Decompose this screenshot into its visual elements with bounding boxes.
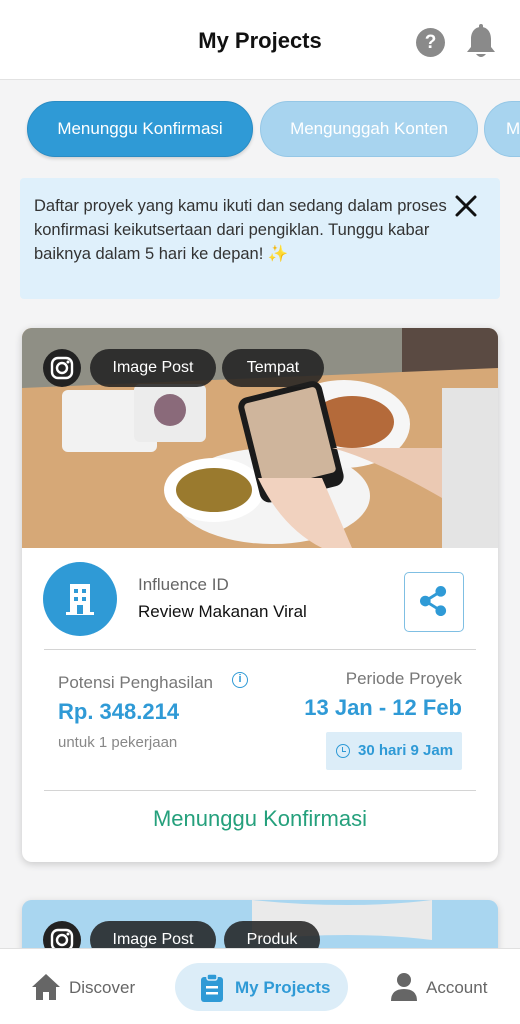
project-card[interactable]: Image Post Tempat Influence ID Review Ma… <box>22 328 498 862</box>
instagram-icon <box>43 349 81 387</box>
period-value: 13 Jan - 12 Feb <box>304 695 462 720</box>
bell-icon[interactable] <box>464 24 498 60</box>
nav-item-discover[interactable]: Discover <box>26 963 146 1011</box>
tab-menunggu-konfirmasi[interactable]: Menunggu Konfirmasi <box>27 101 253 157</box>
bottom-navigation: Discover My Projects Account <box>0 948 520 1024</box>
nav-label: Discover <box>69 978 136 997</box>
duration-text: 30 hari 9 Jam <box>358 742 454 759</box>
divider <box>44 649 476 650</box>
status-tabs: Menunggu Konfirmasi Mengunggah Konten M <box>0 80 520 175</box>
divider <box>44 790 476 791</box>
question-circle-icon[interactable]: ? <box>416 28 445 57</box>
earnings-value: Rp. 348.214 <box>58 699 180 724</box>
tag-chip: Image Post <box>90 349 216 387</box>
tab-next-partial[interactable]: M <box>484 101 520 157</box>
info-icon[interactable]: i <box>232 672 248 688</box>
user-icon <box>391 973 417 1001</box>
clipboard-icon <box>201 973 223 1002</box>
share-button[interactable] <box>404 572 464 632</box>
info-banner-text: Daftar proyek yang kamu ikuti dan sedang… <box>34 197 447 263</box>
info-banner: Daftar proyek yang kamu ikuti dan sedang… <box>20 178 500 299</box>
tab-mengunggah-konten[interactable]: Mengunggah Konten <box>260 101 478 157</box>
nav-label: My Projects <box>235 978 331 997</box>
tag-chip: Tempat <box>222 349 324 387</box>
clock-icon <box>336 744 350 758</box>
brand-logo <box>43 562 117 636</box>
nav-item-account[interactable]: Account <box>388 963 498 1011</box>
app-header: My Projects ? <box>0 0 520 80</box>
close-icon[interactable] <box>452 192 480 220</box>
home-icon <box>32 974 60 1000</box>
project-name: Review Makanan Viral <box>138 602 307 621</box>
share-icon <box>419 586 447 617</box>
nav-item-my-projects[interactable]: My Projects <box>175 963 348 1011</box>
earnings-note: untuk 1 pekerjaan <box>58 734 178 751</box>
duration-badge: 30 hari 9 Jam <box>326 732 462 770</box>
nav-label: Account <box>426 978 488 997</box>
earnings-label: Potensi Penghasilan <box>58 673 214 692</box>
building-icon <box>66 584 94 615</box>
status-label: Menunggu Konfirmasi <box>152 806 367 831</box>
brand-name: Influence ID <box>138 575 229 594</box>
period-label: Periode Proyek <box>345 669 462 688</box>
